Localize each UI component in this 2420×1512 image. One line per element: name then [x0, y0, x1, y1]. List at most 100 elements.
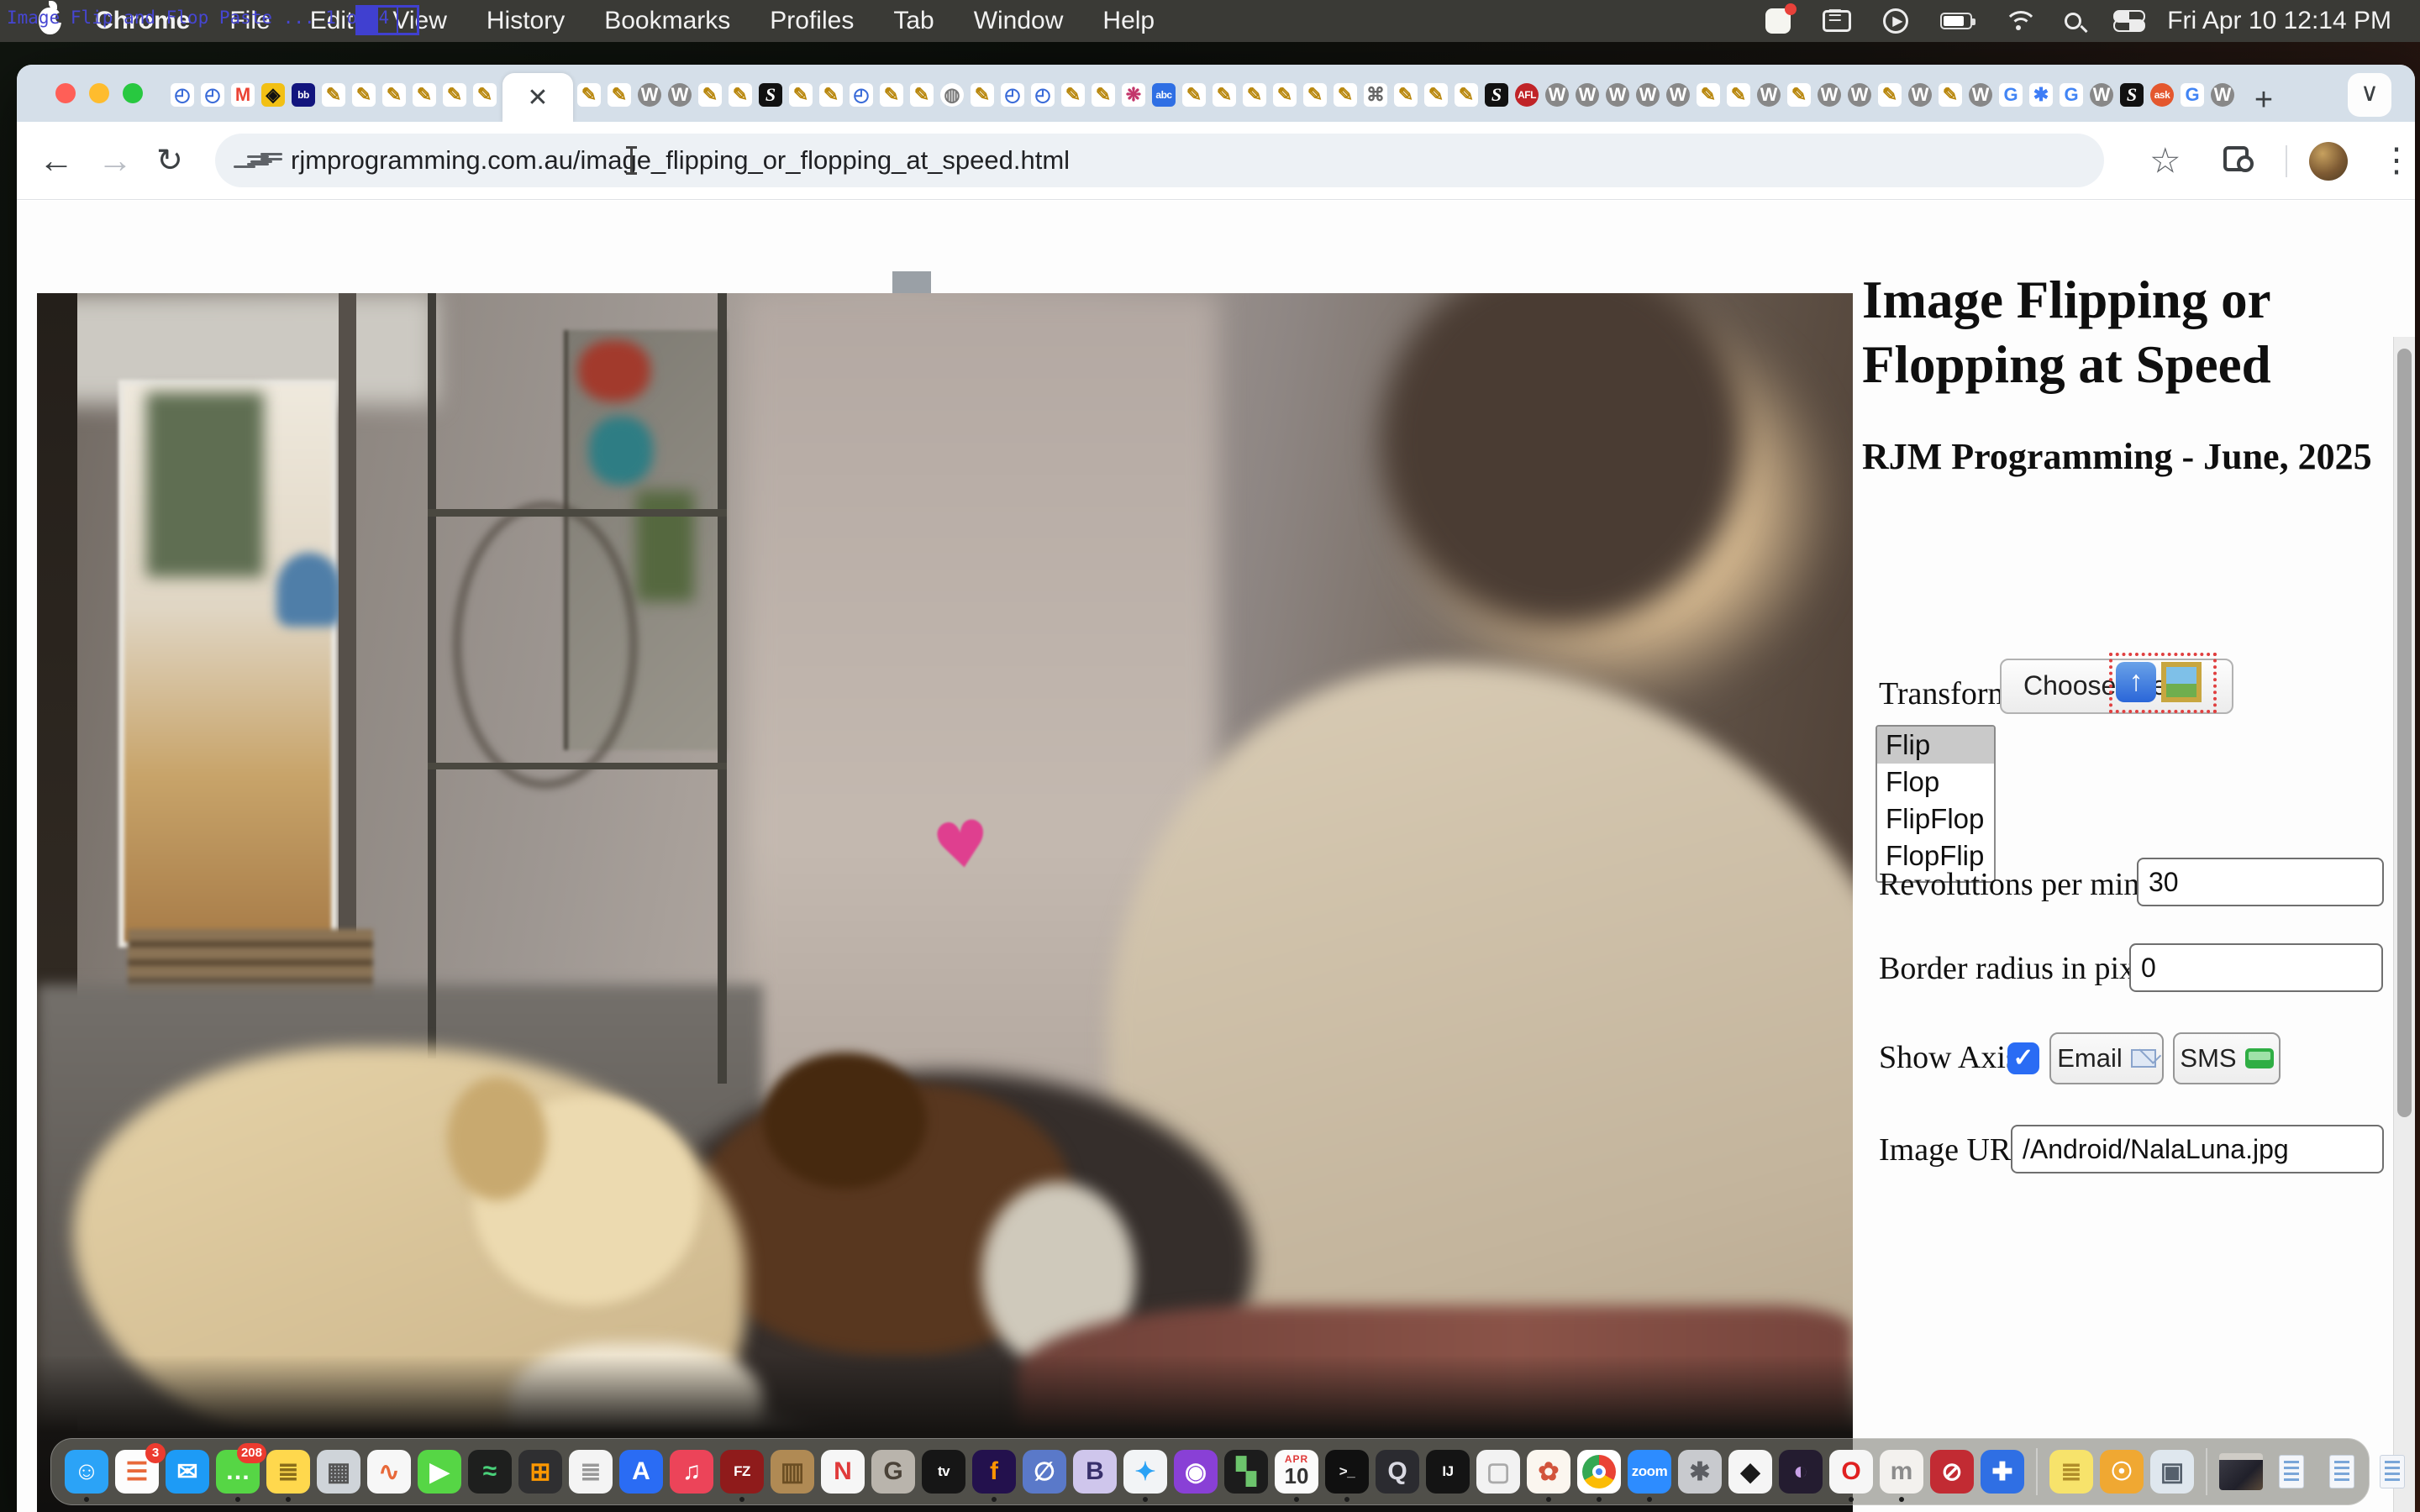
dock-item-safari[interactable]: ✦	[1123, 1450, 1167, 1494]
browser-tab-pencil[interactable]: ✎	[319, 73, 348, 117]
dock-item-system-settings[interactable]: ✱	[1678, 1450, 1722, 1494]
browser-tab-google[interactable]: G	[2057, 73, 2086, 117]
dock-item-finder[interactable]: ☺	[65, 1450, 108, 1494]
browser-tab-clock[interactable]: ◴	[998, 73, 1027, 117]
menu-item-help[interactable]: Help	[1102, 7, 1155, 35]
dock-item-news[interactable]: N	[821, 1450, 865, 1494]
browser-tab-google[interactable]: G	[2178, 73, 2207, 117]
menu-item-history[interactable]: History	[487, 7, 565, 35]
dock-item-terminal-app[interactable]: ≈	[468, 1450, 512, 1494]
keyboard-icon[interactable]	[1823, 10, 1851, 32]
reload-button[interactable]: ↻	[156, 142, 183, 180]
dock-item-bbedit[interactable]: B	[1073, 1450, 1117, 1494]
browser-tab-wp[interactable]: W	[635, 73, 664, 117]
browser-tab-globe[interactable]: ◍	[938, 73, 966, 117]
dock-item-chrome[interactable]	[1577, 1450, 1621, 1494]
browser-tab-pencil[interactable]: ✎	[1270, 73, 1299, 117]
browser-tab-apple[interactable]: ⌘	[1361, 73, 1390, 117]
sms-button[interactable]: SMS	[2173, 1032, 2281, 1084]
dock-item-textedit[interactable]: ≣	[569, 1450, 613, 1494]
dock-item-app-store[interactable]: A	[619, 1450, 663, 1494]
browser-tab-pencil[interactable]: ✎	[1301, 73, 1329, 117]
browser-tab-wp[interactable]: W	[1634, 73, 1662, 117]
site-settings-icon[interactable]	[247, 153, 269, 168]
address-bar[interactable]: rjmprogramming.com.au/image_flipping_or_…	[215, 134, 2104, 187]
browser-tab-wp[interactable]: W	[1543, 73, 1571, 117]
browser-menu-icon[interactable]: ⋮	[2380, 141, 2413, 180]
extensions-puzzle-icon[interactable]	[2223, 146, 2249, 171]
dock-item-music[interactable]: ♫	[670, 1450, 713, 1494]
menu-item-tab[interactable]: Tab	[893, 7, 934, 35]
browser-tab-pencil[interactable]: ✎	[1331, 73, 1360, 117]
browser-tab-wp[interactable]: W	[1664, 73, 1692, 117]
dock-item-firefox[interactable]: f	[972, 1450, 1016, 1494]
browser-tab-britbox[interactable]: bb	[289, 73, 318, 117]
browser-tab-wp[interactable]: W	[2087, 73, 2116, 117]
browser-tab-pencil[interactable]: ✎	[1059, 73, 1087, 117]
browser-tab-pencil[interactable]: ✎	[440, 73, 469, 117]
dock-item-terminal-b[interactable]: ▚	[1224, 1450, 1268, 1494]
dock-item-calendar[interactable]: APR10	[1275, 1450, 1318, 1494]
browser-tab-ask[interactable]: ask	[2148, 73, 2176, 117]
browser-tab-pencil[interactable]: ✎	[350, 73, 378, 117]
dock-item-notes[interactable]: ≣	[266, 1450, 310, 1494]
browser-tab-pencil[interactable]: ✎	[1936, 73, 1965, 117]
browser-tab-google[interactable]: G	[1996, 73, 2025, 117]
window-zoom-button[interactable]	[123, 83, 143, 103]
browser-tab-clock[interactable]: ◴	[168, 73, 197, 117]
rpm-input[interactable]: 30	[2137, 858, 2384, 906]
select-option-flip[interactable]: Flip	[1877, 727, 1994, 764]
browser-tab-pencil[interactable]: ✎	[908, 73, 936, 117]
browser-tab-pencil[interactable]: ✎	[1089, 73, 1118, 117]
drag-handle-square[interactable]	[892, 271, 931, 293]
browser-tab-wp[interactable]: W	[1966, 73, 1995, 117]
browser-tab-pencil[interactable]: ✎	[1724, 73, 1753, 117]
dock-item-opera[interactable]: O	[1829, 1450, 1873, 1494]
wifi-icon[interactable]	[2004, 11, 2033, 31]
browser-tab-pencil[interactable]: ✎	[968, 73, 997, 117]
select-option-flop[interactable]: Flop	[1877, 764, 1994, 801]
browser-tab-pencil[interactable]: ✎	[380, 73, 408, 117]
browser-tab-wp[interactable]: W	[1603, 73, 1632, 117]
dock-item-filezilla[interactable]: FZ	[720, 1450, 764, 1494]
browser-tab-clock[interactable]: ◴	[1028, 73, 1057, 117]
dock-item-gimp[interactable]: G	[871, 1450, 915, 1494]
browser-tab-wp[interactable]: W	[666, 73, 694, 117]
dock-item-intellij[interactable]: IJ	[1426, 1450, 1470, 1494]
dock-item-mamp[interactable]: m	[1880, 1450, 1923, 1494]
dock-item-inkscape[interactable]: ◆	[1728, 1450, 1772, 1494]
dock-item-tv[interactable]: tv	[922, 1450, 965, 1494]
dock-item-zoom[interactable]: zoom	[1628, 1450, 1671, 1494]
back-button[interactable]: ←	[39, 140, 74, 181]
email-button[interactable]: Email	[2049, 1032, 2164, 1084]
dock-item-launchpad[interactable]: ▦	[317, 1450, 360, 1494]
browser-tab-clock[interactable]: ◴	[847, 73, 876, 117]
browser-tab-wp[interactable]: W	[1754, 73, 1783, 117]
new-tab-button[interactable]: +	[2245, 83, 2282, 120]
browser-tab-abc[interactable]: abc	[1150, 73, 1178, 117]
browser-tab-pencil[interactable]: ✎	[575, 73, 603, 117]
browser-tab-pencil[interactable]: ✎	[877, 73, 906, 117]
dock-item-grapher[interactable]: ∿	[367, 1450, 411, 1494]
browser-tab-pencil[interactable]: ✎	[605, 73, 634, 117]
browser-tab-pencil[interactable]: ✎	[1876, 73, 1904, 117]
url-text[interactable]: rjmprogramming.com.au/image_flipping_or_…	[291, 145, 1070, 176]
forward-button[interactable]: →	[97, 140, 133, 181]
browser-tab-pencil[interactable]: ✎	[1785, 73, 1813, 117]
browser-tab-pencil[interactable]: ✎	[1210, 73, 1239, 117]
browser-tab-clock[interactable]: ◴	[198, 73, 227, 117]
browser-tab-pencil[interactable]: ✎	[410, 73, 439, 117]
browser-tab-pencil[interactable]: ✎	[1694, 73, 1723, 117]
browser-tab-pencil[interactable]: ✎	[1422, 73, 1450, 117]
browser-tab-pencil[interactable]: ✎	[471, 73, 499, 117]
browser-tab-pencil[interactable]: ✎	[786, 73, 815, 117]
transform-select[interactable]: FlipFlopFlipFlopFlopFlip	[1876, 725, 1996, 883]
menu-item-profiles[interactable]: Profiles	[770, 7, 854, 35]
window-minimize-button[interactable]	[89, 83, 109, 103]
dock-item-messages[interactable]: …208	[216, 1450, 260, 1494]
browser-tab-pencil[interactable]: ✎	[817, 73, 845, 117]
browser-tab-pencil[interactable]: ✎	[1240, 73, 1269, 117]
app-notification-icon[interactable]	[1765, 8, 1791, 34]
dock-item-mail[interactable]: ✉	[166, 1450, 209, 1494]
dock-item-widget-app[interactable]: ▣	[2150, 1450, 2194, 1494]
